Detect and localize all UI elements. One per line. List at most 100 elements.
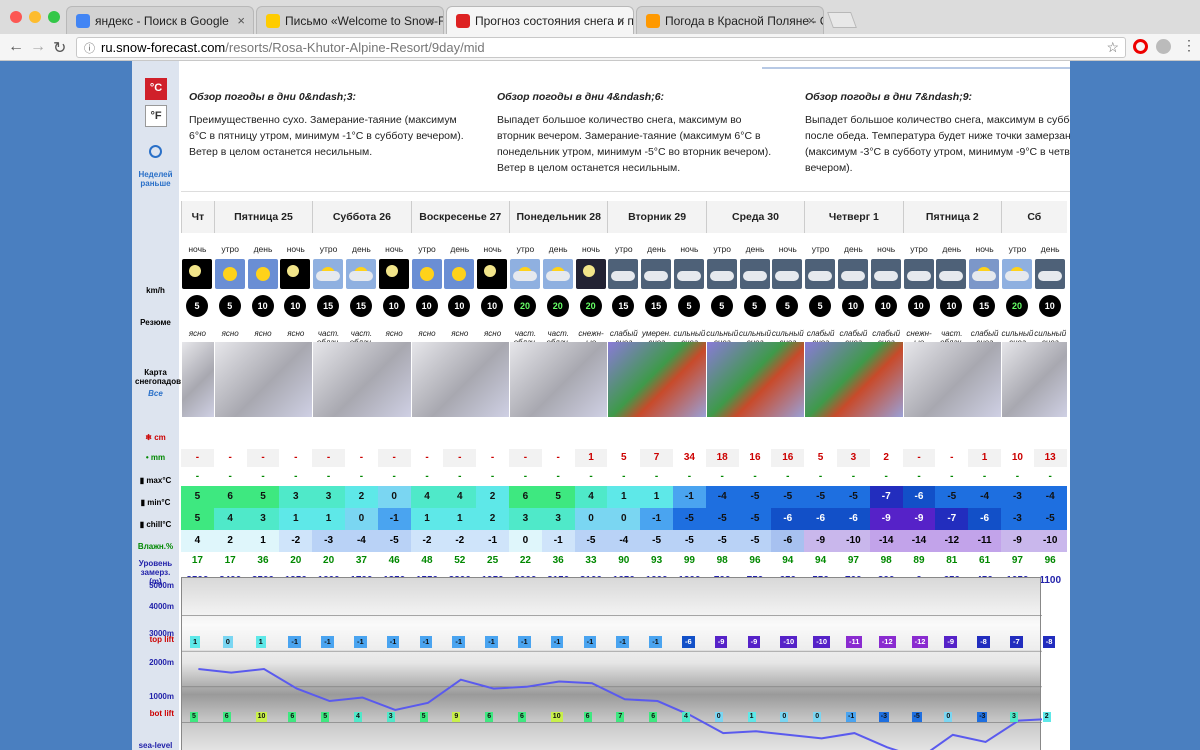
celsius-button[interactable]: °C [145, 78, 167, 100]
fahrenheit-button[interactable]: °F [145, 105, 167, 127]
moon-disc [484, 265, 497, 277]
snow-value: 5 [804, 449, 837, 467]
maximize-window-icon[interactable] [48, 11, 60, 23]
cloud-shape [545, 271, 570, 281]
clock-icon[interactable] [149, 145, 162, 158]
overview-title: Обзор погоды в дни 0&ndash;3: [189, 91, 357, 103]
wind-speed-badge: 5 [776, 295, 799, 317]
tab-close-icon[interactable]: × [427, 13, 435, 28]
browser-tab-3[interactable]: Прогноз состояния снега и п × [446, 6, 634, 34]
chill-temp-cell: -4 [607, 530, 641, 552]
browser-tab-4[interactable]: Погода в Красной Поляне - С × [636, 6, 824, 34]
bot-lift-temp: 0 [813, 712, 822, 722]
forecast-table: Обзор погоды в дни 0&ndash;3: Преимуществ… [181, 77, 1070, 750]
cloud-shape [742, 271, 767, 281]
rain-value: - [1048, 471, 1052, 482]
min-temp-cell: 3 [509, 508, 542, 530]
snow-icon [739, 259, 770, 289]
snowfall-map[interactable] [312, 342, 411, 417]
minimize-window-icon[interactable] [29, 11, 41, 23]
max-temp-cell: 1 [607, 486, 641, 508]
back-icon[interactable]: ← [8, 38, 24, 56]
wind-speed-badge: 10 [907, 295, 930, 317]
min-temp-cell: -6 [771, 508, 805, 530]
rain-value: - [753, 471, 757, 482]
tab-close-icon[interactable]: × [617, 13, 625, 28]
top-lift-temp: -6 [682, 636, 695, 648]
wind-speed-badge: 5 [186, 295, 208, 317]
bookmark-star-icon[interactable]: ☆ [1106, 39, 1119, 56]
new-tab-button[interactable] [827, 12, 857, 28]
snowfall-map[interactable] [1001, 342, 1067, 417]
period-label: день [942, 244, 962, 254]
snowfall-map[interactable] [607, 342, 706, 417]
chill-temp-cell: -5 [738, 530, 772, 552]
bot-lift-temp: 1 [747, 712, 756, 722]
cloud-shape [644, 271, 669, 281]
cloud-shape [513, 271, 537, 281]
period-label: ночь [188, 244, 207, 254]
wind-speed-badge: 10 [874, 295, 897, 317]
menu-icon[interactable]: ⋮ [1182, 37, 1196, 54]
snowfall-map[interactable] [705, 342, 805, 417]
max-temp-cell: -4 [1033, 486, 1067, 508]
freezing-level-chart: 1 0 1 -1 -1 -1 -1 -1 -1 -1 -1 -1 -1 -1 -1 -6 -9 -9 -10 -10-… [181, 577, 1056, 750]
wind-speed-badge: 15 [645, 295, 668, 317]
wind-speed-badge: 20 [579, 295, 602, 317]
cloud-shape [873, 271, 898, 281]
sun-icon [247, 259, 278, 289]
top-lift-temp: 1 [255, 636, 266, 648]
close-window-icon[interactable] [10, 11, 22, 23]
summary-text: ясно [484, 329, 502, 338]
snow-value: - [541, 449, 575, 467]
snowfall-map[interactable] [181, 342, 214, 417]
humidity-value: 37 [355, 555, 367, 566]
humidity-value: 17 [191, 555, 203, 566]
forward-icon[interactable]: → [30, 38, 46, 56]
snowfall-map[interactable] [804, 342, 903, 417]
top-lift-temp: -9 [747, 636, 761, 648]
map-all-link[interactable]: Все [132, 389, 179, 398]
cloudsun-icon [510, 259, 540, 289]
browser-tab-1[interactable]: яндекс - Поиск в Google × [66, 6, 254, 34]
opera-icon[interactable] [1133, 39, 1148, 54]
previous-week-link[interactable]: Неделей раньше [132, 170, 179, 188]
snowfall-map[interactable] [410, 342, 509, 417]
page-info-icon[interactable]: ⓘ [84, 40, 95, 56]
tab-close-icon[interactable]: × [237, 13, 245, 28]
max-temp-cell: -1 [673, 486, 706, 508]
address-bar[interactable]: ⓘ ru.snow-forecast.com/resorts/Rosa-Khut… [76, 37, 1126, 58]
max-temp-cell: 3 [279, 486, 313, 508]
rain-value: - [425, 471, 429, 482]
overview-text: Преимущественно сухо. Замерание-таяние (… [189, 114, 464, 158]
period-label: день [1040, 244, 1060, 254]
snow-value: 7 [640, 449, 673, 467]
overview-title: Обзор погоды в дни 7&ndash;9: [805, 91, 973, 103]
chill-temp-cell: 2 [213, 530, 247, 552]
min-temp-cell: 0 [607, 508, 641, 530]
sun-icon [214, 259, 245, 289]
tab-close-icon[interactable]: × [807, 13, 815, 28]
period-label: день [843, 244, 863, 254]
skype-icon[interactable] [1156, 39, 1171, 54]
snowfall-map[interactable] [213, 342, 313, 417]
rain-value: - [720, 471, 724, 482]
summary-text: ясно [287, 329, 305, 338]
reload-icon[interactable]: ↻ [53, 38, 66, 58]
snowfall-map[interactable] [509, 342, 608, 417]
wind-speed-badge: 20 [514, 295, 536, 317]
max-temp-row-label: ▮ max°C [139, 476, 172, 485]
period-label: утро [516, 244, 535, 254]
browser-tab-2[interactable]: Письмо «Welcome to Snow-F × [256, 6, 444, 34]
rain-value: - [556, 471, 560, 482]
snowfall-map[interactable] [902, 342, 1001, 417]
max-temp-cell: 4 [410, 486, 444, 508]
bot-lift-temp: -1 [846, 712, 857, 722]
min-temp-cell: 1 [279, 508, 313, 530]
altitude-label: 2000m [149, 658, 174, 667]
top-lift-temp: -10 [780, 636, 798, 648]
top-lift-temp: -9 [944, 636, 958, 648]
top-lift-temp: -1 [288, 636, 302, 648]
max-temp-cell: -7 [869, 486, 903, 508]
snow-value: - [181, 449, 214, 467]
